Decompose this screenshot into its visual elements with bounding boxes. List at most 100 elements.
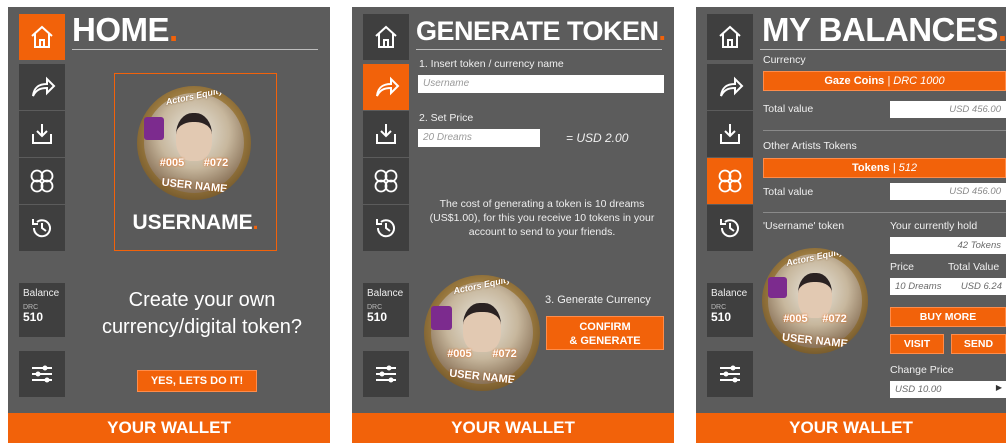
- your-wallet-footer[interactable]: YOUR WALLET: [8, 413, 330, 443]
- username-text: USERNAME: [132, 211, 253, 234]
- nav-download[interactable]: [363, 111, 409, 157]
- tokens-selector[interactable]: Tokens | 512: [763, 158, 1006, 178]
- badge-face: [798, 273, 832, 318]
- step3-label: 3. Generate Currency: [545, 294, 651, 306]
- change-price-input[interactable]: USD 10.00 ▶: [890, 381, 1006, 398]
- badge-logo: [430, 306, 452, 330]
- buy-more-button[interactable]: BUY MORE: [890, 307, 1006, 327]
- title-text: MY BALANCES: [762, 11, 998, 48]
- settings-icon: [32, 365, 52, 383]
- nav-home[interactable]: [19, 14, 65, 60]
- profile-card: Actors Equity #005 #072 USER NAME USERNA…: [114, 73, 277, 251]
- total-value-3: USD 6.24: [960, 281, 1002, 292]
- title-divider: [72, 49, 318, 50]
- total-value-label: Total value: [763, 103, 814, 115]
- generation-cost-info: The cost of generating a token is 10 dre…: [429, 198, 655, 238]
- badge-logo: [143, 116, 165, 140]
- currency-selector[interactable]: Gaze Coins | DRC 1000: [763, 71, 1006, 91]
- confirm-line1: CONFIRM: [579, 321, 631, 333]
- download-icon: [32, 124, 52, 144]
- page-title: GENERATE TOKEN.: [416, 16, 666, 47]
- balance-widget[interactable]: Balance DRC 510: [707, 283, 753, 337]
- nav-history[interactable]: [363, 205, 409, 251]
- currently-hold-value: 42 Tokens: [890, 237, 1006, 254]
- title-dot: .: [658, 16, 667, 46]
- create-token-prompt: Create your own currency/digital token?: [101, 289, 303, 338]
- your-wallet-footer[interactable]: YOUR WALLET: [352, 413, 674, 443]
- price-value: 10 Dreams: [895, 281, 942, 292]
- nav-share[interactable]: [19, 64, 65, 110]
- title-divider: [760, 49, 1006, 50]
- home-icon: [719, 25, 741, 48]
- section-divider-2: [763, 212, 1006, 213]
- home-icon: [31, 25, 53, 48]
- balance-label: Balance: [367, 288, 404, 299]
- my-balances-screen: Balance DRC 510 MY BALANCES. Currency Ga…: [696, 7, 1006, 443]
- change-price-value: USD 10.00: [895, 384, 942, 395]
- badge-stat-b: #072: [492, 347, 517, 360]
- price-equivalent: = USD 2.00: [566, 131, 629, 145]
- tokens-name: Tokens: [851, 162, 890, 174]
- send-button[interactable]: SEND: [951, 334, 1006, 354]
- nav-share[interactable]: [707, 64, 753, 110]
- price-total-display: 10 Dreams USD 6.24: [890, 278, 1006, 295]
- title-dot: .: [997, 11, 1006, 48]
- token-badge: Actors Equity #005 #072 USER NAME: [424, 275, 540, 391]
- nav-download[interactable]: [707, 111, 753, 157]
- share-icon: [376, 76, 400, 97]
- balance-label: Balance: [711, 288, 748, 299]
- nav-history[interactable]: [19, 205, 65, 251]
- username-token-label: 'Username' token: [763, 220, 845, 232]
- other-tokens-label: Other Artists Tokens: [763, 140, 857, 152]
- nav-tokens[interactable]: [19, 158, 65, 204]
- history-icon: [376, 219, 395, 238]
- tokens-amount: | 512: [892, 162, 918, 174]
- tokens-icon: [30, 169, 54, 193]
- download-icon: [376, 124, 396, 144]
- badge-stat-b: #072: [203, 157, 229, 170]
- nav-settings[interactable]: [707, 351, 753, 397]
- tokens-icon: [374, 169, 398, 193]
- balance-value: 510: [367, 310, 388, 324]
- currency-label: Currency: [763, 54, 806, 66]
- balance-value: 510: [23, 310, 44, 324]
- badge-stat-b: #072: [822, 313, 847, 326]
- nav-home[interactable]: [363, 14, 409, 60]
- nav-settings[interactable]: [19, 351, 65, 397]
- download-icon: [720, 124, 740, 144]
- price-label: Price: [890, 261, 914, 273]
- balance-widget[interactable]: Balance DRC 510: [19, 283, 65, 337]
- total-label: Total Value: [948, 261, 1000, 273]
- nav-share[interactable]: [363, 64, 409, 110]
- nav-tokens[interactable]: [363, 158, 409, 204]
- tokens-icon: [718, 169, 742, 193]
- badge-stat-a: #005: [447, 347, 472, 360]
- token-badge: Actors Equity #005 #072 USER NAME: [762, 248, 868, 354]
- badge-stat-a: #005: [783, 313, 808, 326]
- title-dot: .: [169, 11, 178, 48]
- badge-face: [463, 302, 501, 352]
- visit-button[interactable]: VISIT: [890, 334, 944, 354]
- profile-username: USERNAME.: [115, 211, 276, 235]
- nav-download[interactable]: [19, 111, 65, 157]
- nav-settings[interactable]: [363, 351, 409, 397]
- yes-lets-do-it-button[interactable]: YES, LETS DO IT!: [137, 370, 257, 392]
- balance-label: Balance: [23, 288, 60, 299]
- total-value-display: USD 456.00: [890, 101, 1006, 118]
- nav-home[interactable]: [707, 14, 753, 60]
- confirm-generate-button[interactable]: CONFIRM & GENERATE: [546, 316, 664, 350]
- nav-history[interactable]: [707, 205, 753, 251]
- home-screen: Balance DRC 510 HOME. Actors Equity #005…: [8, 7, 330, 443]
- page-title: MY BALANCES.: [762, 11, 1006, 49]
- currency-amount: | DRC 1000: [887, 75, 945, 87]
- share-icon: [720, 76, 744, 97]
- token-name-input[interactable]: Username: [418, 75, 664, 93]
- nav-tokens[interactable]: [707, 158, 753, 204]
- currency-name: Gaze Coins: [824, 75, 885, 87]
- your-wallet-footer[interactable]: YOUR WALLET: [696, 413, 1006, 443]
- change-price-label: Change Price: [890, 364, 954, 376]
- title-divider: [416, 49, 662, 50]
- generate-token-screen: Balance DRC 510 GENERATE TOKEN. 1. Inser…: [352, 7, 674, 443]
- price-input[interactable]: 20 Dreams: [418, 129, 540, 147]
- balance-widget[interactable]: Balance DRC 510: [363, 283, 409, 337]
